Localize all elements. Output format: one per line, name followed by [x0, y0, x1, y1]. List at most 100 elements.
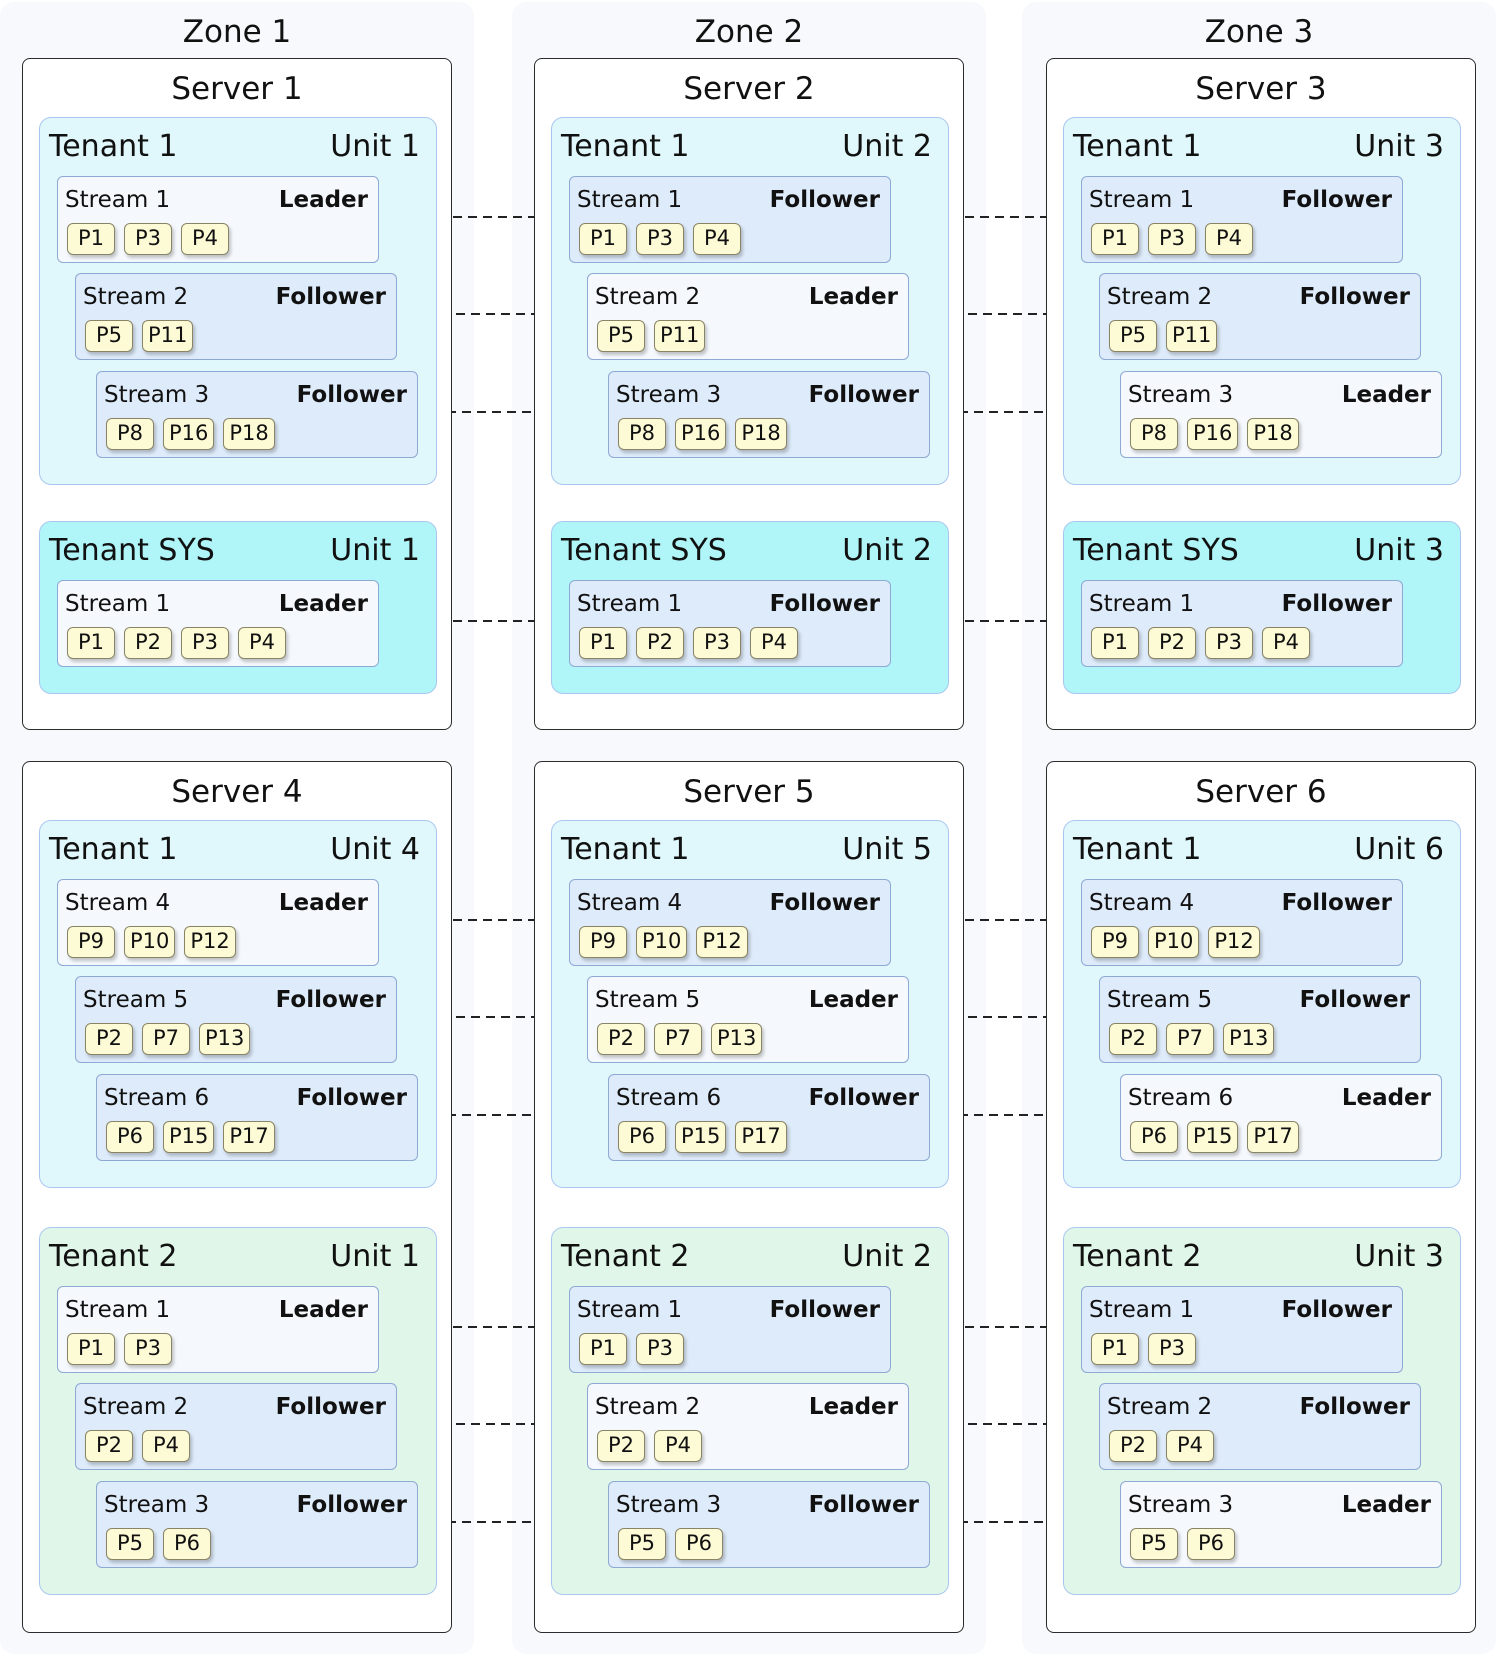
stream-box-leader: Stream 1 Leader P1 P3 — [57, 1286, 379, 1373]
partition-chip: P6 — [675, 1528, 723, 1560]
partition-list: P1 P2 P3 P4 — [67, 627, 295, 659]
partition-chip: P4 — [1166, 1430, 1214, 1462]
stream-name: Stream 1 — [65, 187, 171, 213]
stream-role-label: Leader — [278, 591, 368, 617]
unit-label: Unit 3 — [1354, 129, 1444, 164]
stream-box-follower: Stream 3 Follower P8 P16 P18 — [608, 371, 930, 458]
server-title: Server 5 — [683, 774, 815, 810]
partition-list: P2 P7 P13 — [597, 1023, 771, 1055]
stream-role-label: Leader — [1341, 382, 1431, 408]
partition-chip: P4 — [238, 627, 286, 659]
stream-box-follower: Stream 4 Follower P9 P10 P12 — [569, 879, 891, 966]
server-title: Server 3 — [1195, 71, 1327, 107]
partition-chip: P3 — [693, 627, 741, 659]
unit-label: Unit 3 — [1354, 533, 1444, 568]
partition-chip: P16 — [675, 418, 727, 450]
partition-chip: P3 — [124, 1333, 172, 1365]
partition-list: P9 P10 P12 — [67, 926, 245, 958]
server-title: Server 1 — [171, 71, 303, 107]
stream-role-label: Follower — [769, 890, 880, 916]
stream-box-leader: Stream 6 Leader P6 P15 P17 — [1120, 1074, 1442, 1161]
partition-chip: P3 — [181, 627, 229, 659]
partition-list: P1 P2 P3 P4 — [579, 627, 807, 659]
stream-name: Stream 1 — [577, 1297, 683, 1323]
partition-chip: P2 — [85, 1023, 133, 1055]
server-box: Server 4 Tenant 1 Unit 4 Stream 4 Leader P9 P1… — [22, 761, 452, 1633]
partition-list: P5 P6 — [106, 1528, 220, 1560]
stream-name: Stream 1 — [577, 187, 683, 213]
partition-list: P2 P4 — [85, 1430, 199, 1462]
partition-chip: P6 — [163, 1528, 211, 1560]
partition-chip: P1 — [67, 1333, 115, 1365]
unit-label: Unit 6 — [1354, 832, 1444, 867]
partition-chip: P3 — [124, 223, 172, 255]
server-title: Server 4 — [171, 774, 303, 810]
stream-role-label: Follower — [296, 1492, 407, 1518]
partition-chip: P16 — [1187, 418, 1239, 450]
tenant-name: Tenant 2 — [1073, 1239, 1202, 1274]
stream-name: Stream 3 — [1128, 1492, 1234, 1518]
partition-chip: P9 — [67, 926, 115, 958]
partition-list: P1 P3 P4 — [579, 223, 750, 255]
partition-chip: P2 — [124, 627, 172, 659]
partition-chip: P17 — [735, 1121, 787, 1153]
partition-list: P2 P7 P13 — [85, 1023, 259, 1055]
unit-label: Unit 2 — [842, 129, 932, 164]
tenant-name: Tenant 1 — [1073, 832, 1202, 867]
stream-box-leader: Stream 2 Leader P5 P11 — [587, 273, 909, 360]
stream-box-follower: Stream 3 Follower P5 P6 — [608, 1481, 930, 1568]
partition-list: P5 P11 — [597, 320, 714, 352]
stream-box-follower: Stream 1 Follower P1 P3 P4 — [569, 176, 891, 263]
stream-role-label: Leader — [1341, 1085, 1431, 1111]
stream-role-label: Follower — [296, 382, 407, 408]
partition-list: P1 P3 P4 — [67, 223, 238, 255]
tenant-name: Tenant 1 — [561, 129, 690, 164]
stream-box-follower: Stream 3 Follower P5 P6 — [96, 1481, 418, 1568]
partition-chip: P3 — [636, 223, 684, 255]
partition-chip: P17 — [1247, 1121, 1299, 1153]
partition-chip: P1 — [1091, 627, 1139, 659]
partition-chip: P1 — [67, 223, 115, 255]
partition-list: P8 P16 P18 — [618, 418, 796, 450]
stream-box-follower: Stream 3 Follower P8 P16 P18 — [96, 371, 418, 458]
partition-chip: P8 — [106, 418, 154, 450]
server-title: Server 2 — [683, 71, 815, 107]
partition-chip: P2 — [636, 627, 684, 659]
partition-chip: P3 — [1148, 223, 1196, 255]
partition-chip: P12 — [696, 926, 748, 958]
tenant-name: Tenant SYS — [1073, 533, 1239, 568]
stream-role-label: Follower — [769, 591, 880, 617]
partition-chip: P13 — [711, 1023, 763, 1055]
partition-list: P2 P4 — [1109, 1430, 1223, 1462]
stream-box-follower: Stream 6 Follower P6 P15 P17 — [96, 1074, 418, 1161]
stream-role-label: Follower — [769, 187, 880, 213]
tenant-name: Tenant 2 — [561, 1239, 690, 1274]
stream-box-follower: Stream 5 Follower P2 P7 P13 — [75, 976, 397, 1063]
tenant-box: Tenant 1 Unit 2 Stream 1 Follower P1 P3 P4 Stre… — [551, 117, 949, 485]
partition-chip: P8 — [618, 418, 666, 450]
tenant-name: Tenant SYS — [561, 533, 727, 568]
partition-list: P5 P6 — [1130, 1528, 1244, 1560]
partition-chip: P9 — [579, 926, 627, 958]
tenant-box: Tenant SYS Unit 1 Stream 1 Leader P1 P2 P3 P4 — [39, 521, 437, 694]
stream-role-label: Leader — [278, 187, 368, 213]
partition-list: P5 P11 — [1109, 320, 1226, 352]
partition-chip: P4 — [654, 1430, 702, 1462]
stream-role-label: Follower — [808, 382, 919, 408]
tenant-box: Tenant 1 Unit 1 Stream 1 Leader P1 P3 P4 Stream… — [39, 117, 437, 485]
stream-role-label: Follower — [769, 1297, 880, 1323]
stream-box-follower: Stream 1 Follower P1 P2 P3 P4 — [569, 580, 891, 667]
stream-name: Stream 1 — [1089, 187, 1195, 213]
partition-chip: P1 — [67, 627, 115, 659]
stream-role-label: Follower — [1299, 284, 1410, 310]
partition-chip: P4 — [1205, 223, 1253, 255]
stream-role-label: Follower — [275, 284, 386, 310]
stream-role-label: Follower — [1299, 1394, 1410, 1420]
partition-chip: P12 — [1208, 926, 1260, 958]
partition-chip: P4 — [1262, 627, 1310, 659]
stream-name: Stream 2 — [1107, 284, 1213, 310]
stream-box-follower: Stream 1 Follower P1 P3 — [569, 1286, 891, 1373]
server-title: Server 6 — [1195, 774, 1327, 810]
tenant-box: Tenant 2 Unit 1 Stream 1 Leader P1 P3 Stream 2… — [39, 1227, 437, 1595]
stream-name: Stream 3 — [1128, 382, 1234, 408]
